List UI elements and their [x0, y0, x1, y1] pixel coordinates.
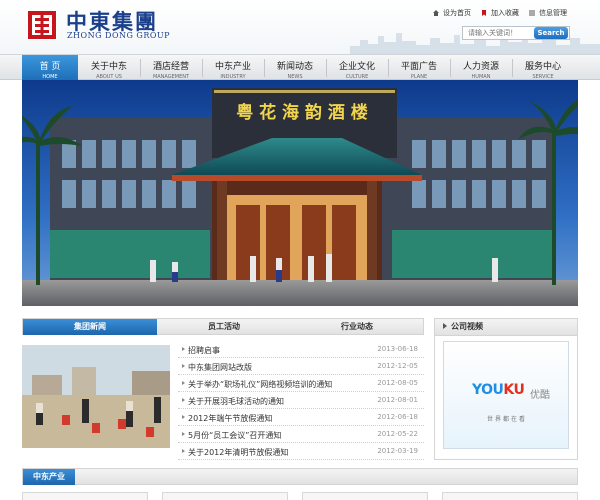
nav-label: 首 页 [39, 62, 61, 72]
news-panel: 集团新闻 员工活动 行业动态 招聘启事 2013-06-18 中东集团网站改版 … [22, 318, 424, 460]
bookmark-label: 加入收藏 [491, 9, 519, 17]
news-title[interactable]: 2012年端午节放假通知 [188, 413, 272, 424]
hotel-photo: 粤 花 海 韵 酒 楼 [22, 80, 578, 306]
list-item[interactable]: 5月份“员工会议”召开通知 2012-05-22 [178, 426, 424, 443]
tab-staff-activities[interactable]: 员工活动 [157, 319, 291, 335]
video-panel-header: 公司视频 [435, 319, 577, 336]
industry-title[interactable]: 中东产业 [23, 469, 75, 485]
news-date: 2013-06-18 [377, 345, 418, 353]
video-player[interactable]: YOUKU 优酷 世界都在看 [443, 341, 569, 449]
video-panel-title: 公司视频 [451, 322, 483, 331]
bookmark-link[interactable]: 加入收藏 [480, 8, 519, 18]
news-list: 招聘启事 2013-06-18 中东集团网站改版 2012-12-05 关于举办… [178, 341, 424, 460]
nav-item-home[interactable]: 首 页 HOME [22, 55, 78, 80]
news-date: 2012-05-22 [377, 430, 418, 438]
staff-activity-photo [22, 345, 170, 448]
header: 中東集團 ZHONG DONG GROUP 设为首页 加入收藏 信息管理 Sea… [0, 0, 600, 54]
tab-industry-news[interactable]: 行业动态 [291, 319, 423, 335]
news-title[interactable]: 关于举办“职场礼仪”网络视频培训的通知 [188, 379, 332, 390]
news-date: 2012-03-19 [377, 447, 418, 455]
bookmark-icon [482, 10, 486, 16]
bullet-icon [182, 398, 185, 402]
nav-item-plane[interactable]: 平面广告 PLANE [388, 55, 450, 80]
list-item[interactable]: 中东集团网站改版 2012-12-05 [178, 358, 424, 375]
nav-label: 平面广告 [400, 62, 437, 72]
nav-label: 酒店经营 [152, 62, 189, 72]
news-date: 2012-08-01 [377, 396, 418, 404]
industry-card[interactable] [162, 492, 288, 500]
nav-item-about[interactable]: 关于中东 ABOUT US [78, 55, 140, 80]
youku-slogan: 世界都在看 [486, 416, 527, 423]
brand-name-english: ZHONG DONG GROUP [67, 31, 171, 40]
set-homepage-label: 设为首页 [443, 9, 471, 17]
arrow-right-icon [443, 323, 447, 329]
hero-banner[interactable]: 粤 花 海 韵 酒 楼 [22, 80, 578, 306]
news-title[interactable]: 关于2012年清明节放假通知 [188, 447, 288, 458]
industry-card[interactable] [302, 492, 428, 500]
youku-logo-cn: 优酷 [530, 390, 550, 401]
nav-label: 人力资源 [462, 62, 499, 72]
search-button[interactable]: Search [534, 27, 568, 39]
nav-item-human[interactable]: 人力资源 HUMAN [450, 55, 512, 80]
home-icon [433, 10, 439, 16]
top-links: 设为首页 加入收藏 信息管理 [432, 8, 567, 18]
news-date: 2012-06-18 [377, 413, 418, 421]
nav-item-culture[interactable]: 企业文化 CULTURE [326, 55, 388, 80]
news-title[interactable]: 招聘启事 [188, 345, 220, 356]
industry-card[interactable] [22, 492, 148, 500]
youku-logo: YOUKU [472, 382, 525, 398]
hotel-sign-text: 粤 花 海 韵 酒 楼 [236, 102, 368, 123]
news-title[interactable]: 5月份“员工会议”召开通知 [188, 430, 281, 441]
list-item[interactable]: 关于2012年清明节放假通知 2012-03-19 [178, 443, 424, 460]
youku-logo-you: YOU [472, 382, 504, 398]
news-title[interactable]: 中东集团网站改版 [188, 362, 252, 373]
industry-header: 中东产业 [22, 468, 578, 485]
news-tabs: 集团新闻 员工活动 行业动态 [22, 318, 424, 335]
industry-cards [22, 492, 578, 500]
logo-mark-icon[interactable] [26, 9, 58, 41]
bullet-icon [182, 415, 185, 419]
set-homepage-link[interactable]: 设为首页 [432, 8, 471, 18]
nav-item-management[interactable]: 酒店经营 MANAGEMENT [140, 55, 202, 80]
list-item[interactable]: 2012年端午节放假通知 2012-06-18 [178, 409, 424, 426]
nav-label: 新闻动态 [276, 62, 313, 72]
tab-group-news[interactable]: 集团新闻 [23, 319, 157, 335]
industry-card[interactable] [442, 492, 578, 500]
nav-item-service[interactable]: 服务中心 SERVICE [512, 55, 574, 80]
bullet-icon [182, 432, 185, 436]
bullet-icon [182, 381, 185, 385]
manage-link[interactable]: 信息管理 [528, 8, 567, 18]
nav-item-news[interactable]: 新闻动态 NEWS [264, 55, 326, 80]
youku-logo-ku: KU [503, 382, 525, 398]
manage-icon [529, 10, 535, 16]
industry-section: 中东产业 [22, 468, 578, 500]
list-item[interactable]: 招聘启事 2013-06-18 [178, 341, 424, 358]
company-video-panel: 公司视频 YOUKU 优酷 世界都在看 [434, 318, 578, 460]
page: 中東集團 ZHONG DONG GROUP 设为首页 加入收藏 信息管理 Sea… [0, 0, 600, 500]
list-item[interactable]: 关于开展羽毛球活动的通知 2012-08-01 [178, 392, 424, 409]
nav-label: 企业文化 [338, 62, 375, 72]
nav-item-industry[interactable]: 中东产业 INDUSTRY [202, 55, 264, 80]
bullet-icon [182, 364, 185, 368]
main-nav: 首 页 HOME 关于中东 ABOUT US 酒店经营 MANAGEMENT 中… [0, 54, 600, 80]
manage-label: 信息管理 [539, 9, 567, 17]
news-date: 2012-08-05 [377, 379, 418, 387]
bullet-icon [182, 347, 185, 351]
nav-label: 服务中心 [524, 62, 561, 72]
news-photo[interactable] [22, 345, 170, 448]
list-item[interactable]: 关于举办“职场礼仪”网络视频培训的通知 2012-08-05 [178, 375, 424, 392]
bullet-icon [182, 449, 185, 453]
news-date: 2012-12-05 [377, 362, 418, 370]
nav-label: 中东产业 [214, 62, 251, 72]
nav-label: 关于中东 [90, 62, 127, 72]
news-title[interactable]: 关于开展羽毛球活动的通知 [188, 396, 284, 407]
